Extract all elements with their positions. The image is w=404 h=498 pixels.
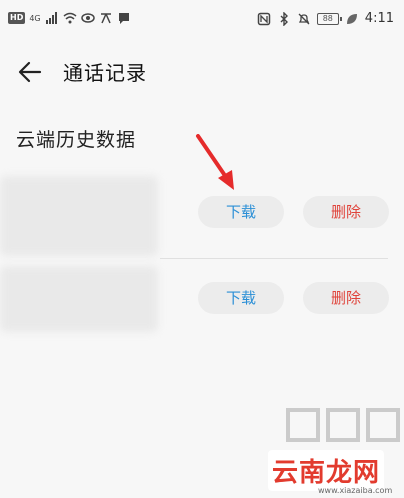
hd-badge: HD (8, 12, 26, 24)
status-bar: HD 4G 88 4:11 (0, 0, 404, 40)
delete-button[interactable]: 删除 (303, 196, 389, 228)
page-title: 通话记录 (63, 61, 147, 85)
wifi-icon (63, 12, 77, 24)
blurred-record-info (0, 176, 158, 256)
download-button[interactable]: 下载 (198, 196, 284, 228)
annotation-arrow-icon (196, 134, 234, 190)
status-bar-right: 88 4:11 (257, 11, 394, 26)
record-divider (160, 258, 388, 259)
delete-button[interactable]: 删除 (303, 282, 389, 314)
watermark-url: www.xiazaiba.com (318, 486, 393, 495)
message-icon (118, 13, 129, 24)
record-row-2: 下载 删除 (0, 262, 404, 334)
watermark-mark (286, 408, 400, 442)
blurred-record-info (0, 266, 158, 332)
section-title: 云端历史数据 (16, 129, 137, 151)
translate-icon (100, 13, 111, 24)
download-button[interactable]: 下载 (198, 282, 284, 314)
status-time: 4:11 (364, 11, 394, 26)
battery-indicator: 88 (316, 12, 342, 25)
network-type-label: 4G (29, 13, 41, 23)
back-arrow-icon[interactable] (16, 58, 44, 86)
watermark-logo: 云南龙网 (268, 450, 385, 491)
status-bar-left: HD 4G (8, 11, 131, 25)
eye-icon (80, 13, 95, 23)
signal-icon (45, 12, 57, 24)
nfc-icon (257, 12, 271, 25)
leaf-icon (346, 13, 357, 24)
mute-icon (298, 13, 310, 24)
bluetooth-icon (280, 11, 288, 26)
